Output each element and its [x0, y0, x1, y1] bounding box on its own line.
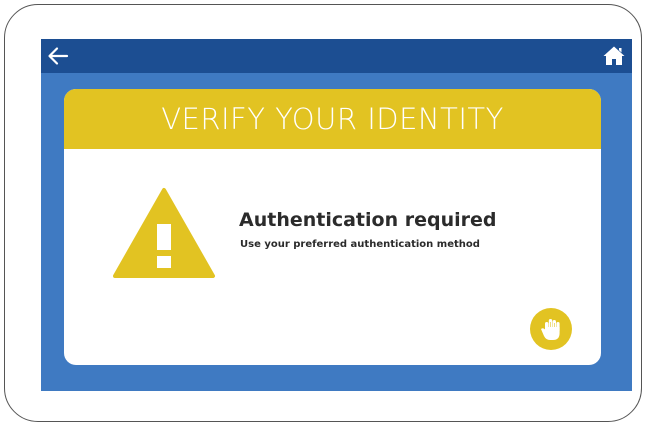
home-button[interactable]: [602, 44, 626, 68]
home-icon: [603, 46, 625, 65]
verify-identity-card: VERIFY YOUR IDENTITY Authentication requ…: [64, 89, 601, 365]
warning-icon: [113, 188, 215, 278]
auth-subtitle: Use your preferred authentication method: [240, 239, 480, 250]
screen: VERIFY YOUR IDENTITY Authentication requ…: [41, 39, 632, 391]
touch-authenticate-button[interactable]: [530, 308, 572, 350]
device-frame: VERIFY YOUR IDENTITY Authentication requ…: [4, 4, 642, 422]
card-title: VERIFY YOUR IDENTITY: [161, 102, 504, 136]
top-bar: [41, 39, 632, 73]
touch-hand-icon: [541, 319, 560, 340]
arrow-left-icon: [48, 47, 69, 65]
card-header: VERIFY YOUR IDENTITY: [64, 89, 601, 149]
back-button[interactable]: [45, 43, 71, 69]
auth-heading: Authentication required: [239, 209, 497, 231]
